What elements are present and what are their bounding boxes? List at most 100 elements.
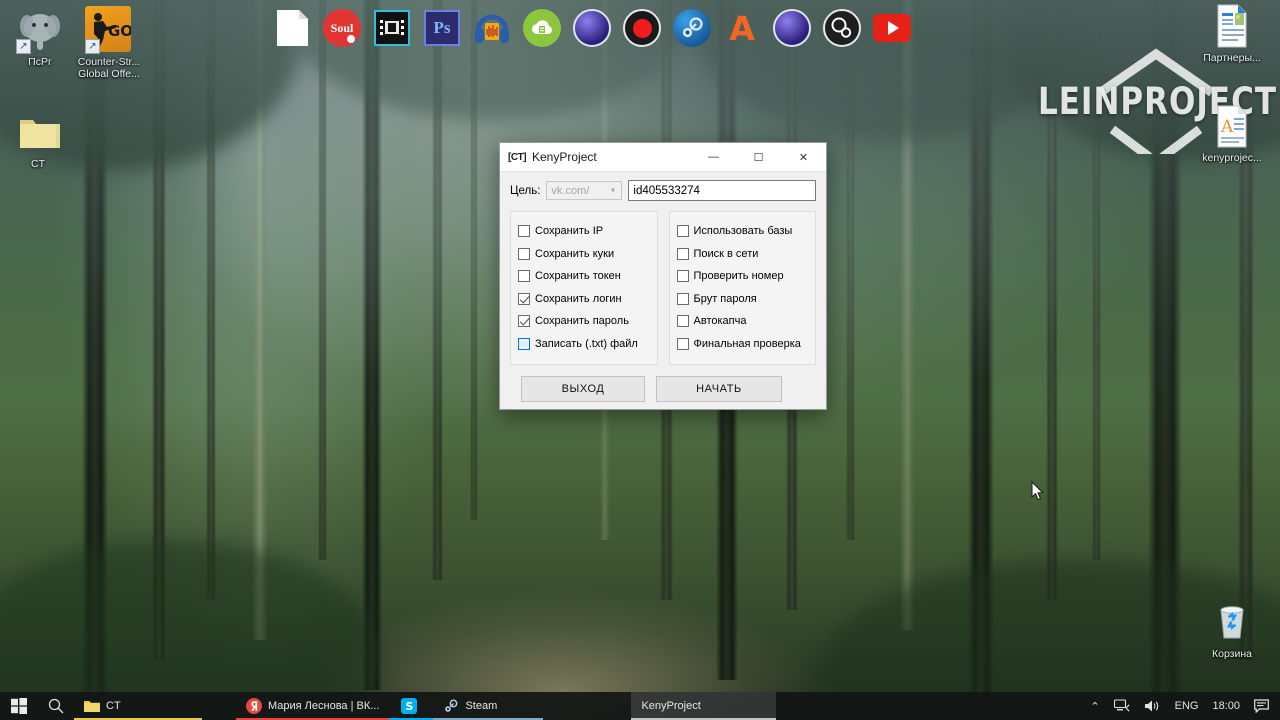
search-icon <box>48 698 64 714</box>
dock-icon-cinema4d-2[interactable] <box>772 8 812 48</box>
dock-icon-steam[interactable] <box>672 8 712 48</box>
minimize-button[interactable]: — <box>691 143 736 172</box>
desktop-icon-label: ПсРг <box>28 56 52 68</box>
kenyproject-window[interactable]: [CT] KenyProject — ☐ ✕ Цель: vk.com/ ▼ С… <box>499 142 1044 501</box>
dock-icon-aimp[interactable]: A <box>722 8 762 48</box>
taskbar-item-yandex-browser[interactable]: Мария Леснова | ВК... <box>236 692 390 720</box>
left-option-checkbox-row-0[interactable]: Сохранить IP <box>518 220 650 243</box>
target-domain-select[interactable]: vk.com/ ▼ <box>546 181 623 200</box>
target-input[interactable] <box>628 180 816 201</box>
desktop[interactable]: ↗ ПсРг GO ↗ Counter-Str... Global Offe..… <box>0 0 1280 720</box>
clock[interactable]: 18:00 <box>1205 692 1247 720</box>
checkbox-label: Сохранить токен <box>535 270 621 283</box>
right-option-checkbox-row-1[interactable]: Поиск в сети <box>676 243 809 266</box>
app-icon: [CT] <box>508 151 527 163</box>
start-button[interactable]: НАЧАТЬ <box>656 376 782 402</box>
skype-icon: S <box>401 698 418 714</box>
checkbox-label: Использовать базы <box>693 225 793 238</box>
left-options-group: Сохранить IP Сохранить куки Сохранить токе… <box>510 211 658 365</box>
right-option-checkbox-row-0[interactable]: Использовать базы <box>676 220 809 243</box>
checkbox-icon[interactable] <box>518 315 530 328</box>
dock-icon-notepad-file[interactable] <box>272 8 312 48</box>
folder-icon <box>84 698 100 714</box>
checkbox-label: Сохранить логин <box>535 292 622 305</box>
sphere-icon <box>773 9 811 47</box>
desktop-icon-ct-folder[interactable]: CT <box>2 108 74 170</box>
show-hidden-icons-button[interactable]: ⌃ <box>1083 692 1106 720</box>
right-option-checkbox-row-2[interactable]: Проверить номер <box>676 265 809 288</box>
left-option-checkbox-row-1[interactable]: Сохранить куки <box>518 243 650 266</box>
right-option-checkbox-row-3[interactable]: Брут пароля <box>676 288 809 311</box>
language-indicator[interactable]: ENG <box>1168 692 1206 720</box>
taskbar-item-skype[interactable]: S <box>389 692 434 720</box>
start-button[interactable] <box>0 692 38 720</box>
taskbar-item-label: Мария Леснова | ВК... <box>268 700 380 712</box>
system-tray[interactable]: ⌃ ENG 18:00 <box>1083 692 1280 720</box>
window-titlebar[interactable]: [CT] KenyProject — ☐ ✕ <box>500 143 826 172</box>
checkbox-icon[interactable] <box>518 225 530 238</box>
dock-icon-recorder[interactable] <box>622 8 662 48</box>
checkbox-icon[interactable] <box>518 247 530 260</box>
checkbox-icon[interactable] <box>676 337 689 350</box>
dock-icon-soulseek[interactable]: Soul <box>322 8 362 48</box>
desktop-icon-partners[interactable]: Партнеры... <box>1196 2 1268 64</box>
checkbox-label: Сохранить куки <box>535 247 615 260</box>
right-option-checkbox-row-5[interactable]: Финальная проверка <box>676 333 809 356</box>
action-buttons: ВЫХОД НАЧАТЬ <box>510 376 816 402</box>
target-domain-value: vk.com/ <box>551 184 590 197</box>
checkbox-icon[interactable] <box>518 292 530 305</box>
shortcut-arrow-icon: ↗ <box>16 39 31 54</box>
desktop-icon-label: Партнеры... <box>1203 52 1261 64</box>
page-icon <box>277 10 308 46</box>
checkbox-label: Сохранить пароль <box>535 315 629 328</box>
checkbox-icon[interactable] <box>518 337 530 350</box>
desktop-icon-psrp[interactable]: ↗ ПсРг <box>4 6 76 68</box>
network-icon[interactable] <box>1107 692 1137 720</box>
folder-icon <box>14 108 62 156</box>
dock[interactable]: Soul Ps A <box>272 8 912 48</box>
checkbox-icon[interactable] <box>676 247 689 260</box>
headphones-icon <box>475 14 509 43</box>
action-center-button[interactable] <box>1247 692 1276 720</box>
youtube-icon <box>873 14 911 42</box>
checkbox-icon[interactable] <box>676 292 689 305</box>
checkbox-icon[interactable] <box>676 315 689 328</box>
taskbar[interactable]: CT Мария Леснова | ВК... S Steam KenyPro… <box>0 692 1280 720</box>
taskbar-item-ct-explorer[interactable]: CT <box>74 692 202 720</box>
taskbar-item-kenyproject[interactable]: KenyProject <box>631 692 777 720</box>
desktop-icon-label: Counter-Str... <box>77 56 141 68</box>
film-icon <box>374 10 410 46</box>
desktop-icon-label: CT <box>31 158 45 170</box>
left-option-checkbox-row-5[interactable]: Записать (.txt) файл <box>518 333 650 356</box>
left-option-checkbox-row-2[interactable]: Сохранить токен <box>518 265 650 288</box>
dock-icon-audacity[interactable] <box>472 8 512 48</box>
taskbar-item-steam[interactable]: Steam <box>433 692 544 720</box>
document-image-icon <box>1208 2 1256 50</box>
dock-icon-obs-studio[interactable] <box>822 8 862 48</box>
search-button[interactable] <box>38 692 74 720</box>
windows-logo-icon <box>11 698 27 714</box>
dock-icon-video-editor[interactable] <box>372 8 412 48</box>
dock-icon-photoshop[interactable]: Ps <box>422 8 462 48</box>
checkbox-icon[interactable] <box>676 270 689 283</box>
desktop-icon-kenyproject-doc[interactable]: A kenyprojec... <box>1196 102 1268 164</box>
dock-icon-cloud-storage[interactable] <box>522 8 562 48</box>
dock-icon-cinema4d-1[interactable] <box>572 8 612 48</box>
exit-button[interactable]: ВЫХОД <box>521 376 645 402</box>
volume-icon[interactable] <box>1137 692 1168 720</box>
checkbox-label: Финальная проверка <box>693 337 801 350</box>
mouse-cursor <box>1031 480 1044 501</box>
right-option-checkbox-row-4[interactable]: Автокапча <box>676 310 809 333</box>
close-button[interactable]: ✕ <box>781 143 826 172</box>
options-groups: Сохранить IP Сохранить куки Сохранить токе… <box>510 211 816 365</box>
left-option-checkbox-row-3[interactable]: Сохранить логин <box>518 288 650 311</box>
checkbox-icon[interactable] <box>518 270 530 283</box>
left-option-checkbox-row-4[interactable]: Сохранить пароль <box>518 310 650 333</box>
desktop-icon-recycle-bin[interactable]: Корзина <box>1196 598 1268 660</box>
checkbox-icon[interactable] <box>676 225 689 238</box>
maximize-button[interactable]: ☐ <box>736 143 781 172</box>
chevron-down-icon: ▼ <box>609 187 617 194</box>
sphere-icon <box>573 9 611 47</box>
dock-icon-youtube[interactable] <box>872 8 912 48</box>
desktop-icon-csgo[interactable]: GO ↗ Counter-Str... Global Offe... <box>70 6 148 80</box>
